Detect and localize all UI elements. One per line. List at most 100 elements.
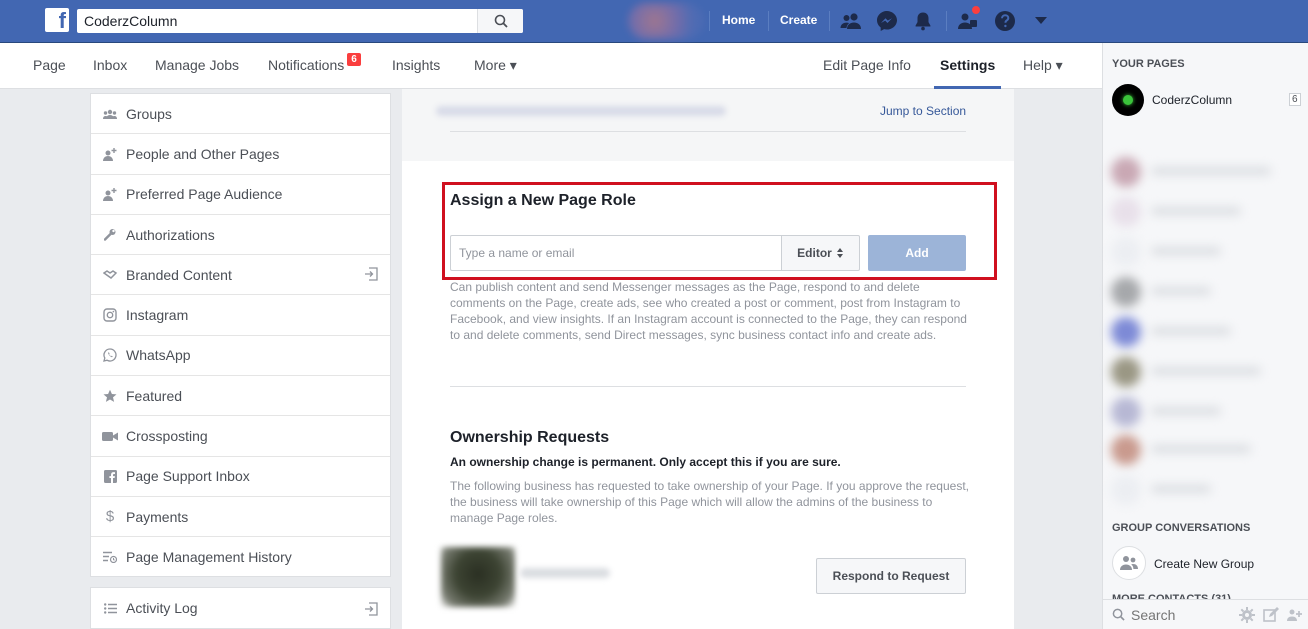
nav-separator <box>709 11 710 31</box>
blurred-contact[interactable] <box>1111 355 1301 389</box>
sidebar-item-instagram[interactable]: Instagram <box>91 295 390 336</box>
help-question-icon[interactable] <box>994 10 1016 32</box>
blurred-section-label <box>436 106 726 116</box>
sidebar-item-branded-content[interactable]: Branded Content <box>91 255 390 296</box>
search-button[interactable] <box>477 9 523 33</box>
requesting-business-avatar <box>441 547 515 607</box>
notification-dot <box>971 5 981 15</box>
friend-requests-icon[interactable] <box>840 10 862 32</box>
sidebar-item-page-management-history[interactable]: Page Management History <box>91 537 390 577</box>
tab-notifications[interactable]: Notifications 6 <box>268 53 361 73</box>
video-camera-icon <box>102 428 118 444</box>
sidebar-item-crossposting[interactable]: Crossposting <box>91 416 390 457</box>
sidebar-item-page-support-inbox[interactable]: Page Support Inbox <box>91 457 390 497</box>
settings-sidebar: Groups People and Other Pages Preferred … <box>90 93 391 577</box>
blurred-contact[interactable] <box>1111 235 1301 269</box>
person-add-icon <box>102 146 118 162</box>
notifications-count-badge: 6 <box>347 53 361 66</box>
create-group-icon[interactable] <box>1112 546 1146 580</box>
profile-avatar[interactable] <box>628 3 704 39</box>
global-search-input[interactable] <box>77 10 477 32</box>
tab-help[interactable]: Help ▾ <box>1023 57 1063 74</box>
tab-edit-page-info[interactable]: Edit Page Info <box>823 57 911 73</box>
sidebar-item-label: Crossposting <box>126 428 208 445</box>
account-menu-caret-icon[interactable] <box>1030 10 1052 32</box>
blurred-contact[interactable] <box>1111 195 1301 229</box>
list-icon <box>102 600 118 616</box>
divider <box>450 386 966 387</box>
gear-icon[interactable] <box>1239 607 1255 623</box>
page-tab-bar: Page Inbox Manage Jobs Notifications 6 In… <box>0 43 1102 89</box>
sidebar-item-label: Featured <box>126 387 183 404</box>
group-people-icon[interactable] <box>1287 607 1303 623</box>
requesting-business-name <box>520 568 610 578</box>
handshake-icon <box>102 267 118 283</box>
page-avatar[interactable] <box>1112 84 1144 116</box>
compose-icon[interactable] <box>1263 607 1279 623</box>
chat-search-input[interactable] <box>1131 606 1231 623</box>
blurred-contact[interactable] <box>1111 473 1301 507</box>
messenger-icon[interactable] <box>876 10 898 32</box>
sidebar-item-label: People and Other Pages <box>126 145 280 162</box>
global-search <box>77 9 523 33</box>
tab-manage-jobs[interactable]: Manage Jobs <box>155 57 239 73</box>
blurred-contact[interactable] <box>1111 433 1301 467</box>
blurred-contact[interactable] <box>1111 275 1301 309</box>
tab-page[interactable]: Page <box>33 57 66 73</box>
home-link[interactable]: Home <box>722 13 755 27</box>
sidebar-item-label: Branded Content <box>126 266 232 283</box>
star-icon <box>102 388 118 404</box>
sidebar-item-payments[interactable]: $ Payments <box>91 497 390 538</box>
page-name-link[interactable]: CoderzColumn <box>1152 93 1232 107</box>
nav-separator <box>768 11 769 31</box>
blurred-contact[interactable] <box>1111 155 1301 189</box>
facebook-logo-icon[interactable]: f <box>45 8 69 32</box>
create-link[interactable]: Create <box>780 13 817 27</box>
history-list-icon <box>102 549 118 565</box>
dollar-icon: $ <box>105 508 115 526</box>
create-new-group-link[interactable]: Create New Group <box>1154 557 1254 571</box>
sidebar-item-label: Activity Log <box>126 600 198 616</box>
sidebar-item-authorizations[interactable]: Authorizations <box>91 215 390 256</box>
tab-more[interactable]: More ▾ <box>474 57 517 74</box>
page-logo-dot <box>1123 95 1133 105</box>
sidebar-item-whatsapp[interactable]: WhatsApp <box>91 336 390 377</box>
sidebar-item-label: Payments <box>126 508 189 525</box>
jump-to-section-link[interactable]: Jump to Section <box>880 104 966 118</box>
sidebar-item-activity-log[interactable]: Activity Log <box>90 587 391 629</box>
ownership-warning: An ownership change is permanent. Only a… <box>450 455 841 469</box>
sidebar-item-label: Authorizations <box>126 226 215 243</box>
section-header-area <box>402 89 1014 161</box>
tab-insights[interactable]: Insights <box>392 57 440 73</box>
tab-settings[interactable]: Settings <box>940 57 995 73</box>
tab-notifications-label: Notifications <box>268 57 345 73</box>
wrench-icon <box>102 227 118 243</box>
group-conversations-heading: GROUP CONVERSATIONS <box>1112 522 1251 534</box>
nav-separator <box>946 11 947 31</box>
sidebar-item-preferred-page-audience[interactable]: Preferred Page Audience <box>91 175 390 215</box>
person-add-icon <box>102 186 118 202</box>
divider <box>450 131 966 132</box>
sidebar-item-featured[interactable]: Featured <box>91 376 390 417</box>
sidebar-item-people-and-other-pages[interactable]: People and Other Pages <box>91 134 390 175</box>
tab-inbox[interactable]: Inbox <box>93 57 127 73</box>
page-notification-count: 6 <box>1289 93 1301 106</box>
blurred-contact[interactable] <box>1111 395 1301 429</box>
sidebar-item-groups[interactable]: Groups <box>91 94 390 135</box>
your-pages-heading: YOUR PAGES <box>1112 58 1185 70</box>
sidebar-item-label: Page Support Inbox <box>126 468 250 485</box>
whatsapp-icon <box>102 347 118 363</box>
external-link-icon[interactable] <box>364 267 378 281</box>
blurred-contact[interactable] <box>1111 315 1301 349</box>
sidebar-item-label: Instagram <box>126 307 189 324</box>
sidebar-item-label: WhatsApp <box>126 347 191 364</box>
role-description: Can publish content and send Messenger m… <box>450 280 967 342</box>
sidebar-item-label: Page Management History <box>126 549 292 566</box>
notifications-bell-icon[interactable] <box>912 10 934 32</box>
search-icon <box>1112 608 1125 621</box>
respond-to-request-button[interactable]: Respond to Request <box>816 558 966 594</box>
ownership-description: The following business has requested to … <box>450 479 969 525</box>
instagram-icon <box>102 307 118 323</box>
external-link-icon[interactable] <box>364 602 378 616</box>
groups-icon <box>102 106 118 122</box>
